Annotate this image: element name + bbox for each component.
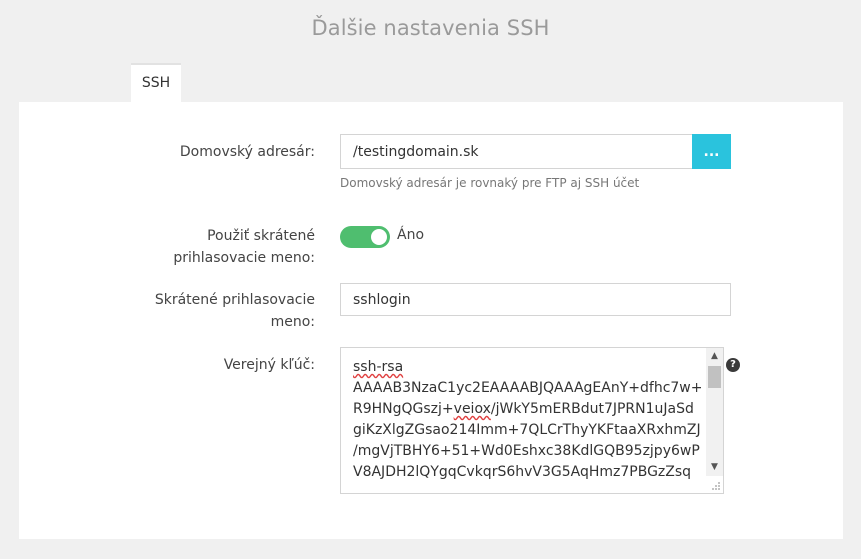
key-line: giKzXlgZGsao214Imm+7QLCrThyYKFtaaXRxhmZJ — [353, 422, 701, 438]
home-dir-help: Domovský adresár je rovnaký pre FTP aj S… — [340, 176, 640, 190]
page-title: Ďalšie nastavenia SSH — [311, 16, 550, 40]
scroll-down-arrow-icon[interactable]: ▼ — [706, 459, 723, 476]
key-line: V8AJDH2lQYgqCvkqrS6hvV3G5AqHmz7PBGzZsq — [353, 464, 692, 480]
short-login-input[interactable] — [340, 283, 731, 316]
public-key-text: ssh-rsa AAAAB3NzaC1yc2EAAAABJQAAAgEAnY+d… — [353, 357, 707, 483]
short-login-toggle-state: Áno — [397, 227, 425, 243]
short-login-toggle-label-line1: Použiť skrátené — [207, 228, 315, 244]
short-login-label: Skrátené prihlasovacie meno: — [100, 289, 315, 333]
short-login-toggle[interactable] — [340, 226, 390, 248]
key-line: /jWkY5mERBdut7JPRN1uJaSd — [490, 401, 694, 417]
toggle-knob — [371, 229, 387, 245]
tab-ssh[interactable]: SSH — [131, 63, 181, 102]
short-login-label-line1: Skrátené prihlasovacie — [154, 292, 315, 308]
key-line: /mgVjTBHY6+51+Wd0Eshxc38KdlGQB95zjpy6wP — [353, 443, 700, 459]
textarea-scrollbar[interactable]: ▲ ▼ — [706, 348, 723, 476]
browse-button[interactable]: ... — [692, 134, 731, 169]
short-login-label-line2: meno: — [270, 314, 315, 330]
short-login-toggle-label-line2: prihlasovacie meno: — [173, 250, 315, 266]
short-login-toggle-label: Použiť skrátené prihlasovacie meno: — [100, 225, 315, 269]
key-line: AAAAB3NzaC1yc2EAAAABJQAAAgEAnY+dfhc7w+ — [353, 380, 703, 396]
public-key-textarea[interactable]: ssh-rsa AAAAB3NzaC1yc2EAAAABJQAAAgEAnY+d… — [340, 347, 724, 494]
scroll-thumb[interactable] — [708, 366, 721, 388]
public-key-label: Verejný kľúč: — [223, 357, 315, 373]
home-dir-input[interactable] — [340, 134, 693, 169]
key-line: R9HNgQGszj+ — [353, 401, 454, 417]
resize-grip-icon[interactable] — [711, 481, 721, 491]
key-line: ssh-rsa — [353, 359, 404, 375]
home-dir-label: Domovský adresár: — [179, 144, 315, 160]
key-line-misspelled: veiox — [453, 401, 491, 417]
question-icon[interactable]: ? — [726, 358, 740, 372]
scroll-up-arrow-icon[interactable]: ▲ — [706, 348, 723, 365]
